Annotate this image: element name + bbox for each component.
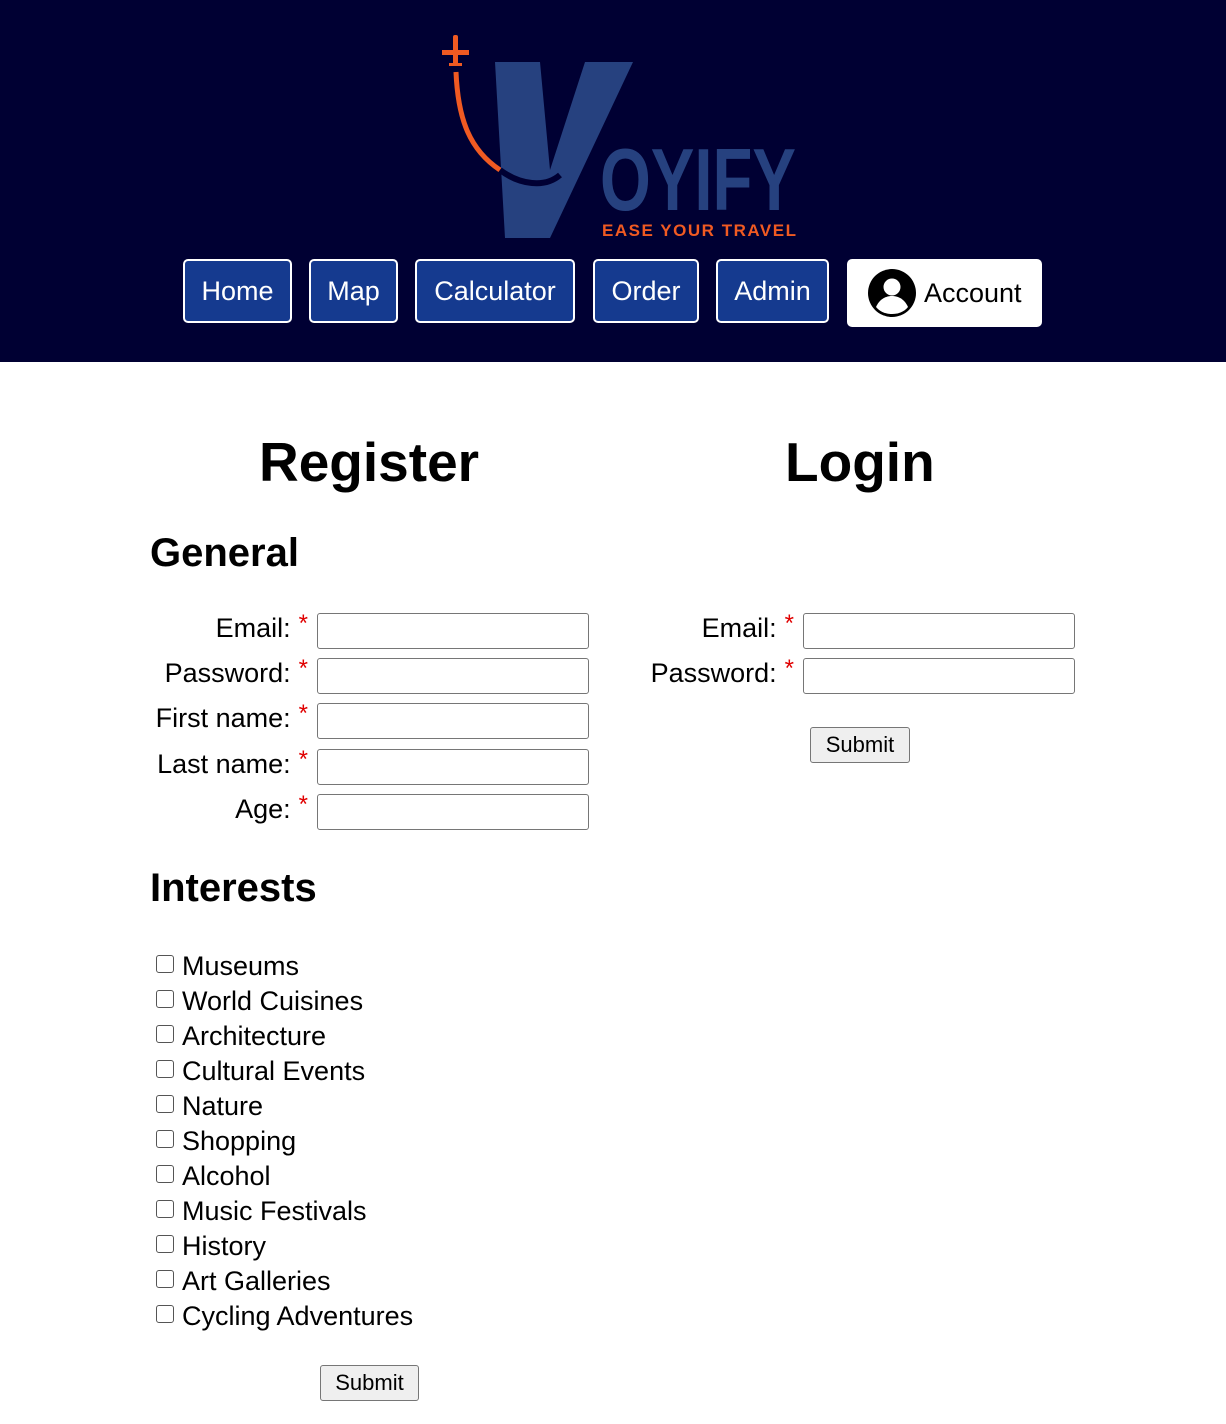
interest-shopping[interactable]: Shopping	[156, 1124, 296, 1159]
last-name-input[interactable]	[317, 749, 589, 785]
first-name-input[interactable]	[317, 703, 589, 739]
first-name-label: First name: *	[155, 700, 308, 733]
interest-world-cuisines[interactable]: World Cuisines	[156, 984, 363, 1019]
checkbox[interactable]	[156, 1059, 174, 1078]
last-name-label: Last name: *	[157, 746, 308, 779]
required-marker: *	[298, 655, 308, 682]
login-title: Login	[785, 431, 935, 493]
account-label: Account	[924, 277, 1022, 308]
register-submit-button[interactable]: Submit	[320, 1365, 419, 1401]
checkbox[interactable]	[156, 1024, 174, 1043]
register-password-input[interactable]	[317, 658, 589, 694]
required-marker: *	[298, 700, 308, 727]
required-marker: *	[784, 655, 794, 682]
interest-museums[interactable]: Museums	[156, 949, 299, 984]
nav-admin-button[interactable]: Admin	[716, 259, 829, 323]
required-marker: *	[298, 791, 308, 818]
age-input[interactable]	[317, 794, 589, 830]
interest-cultural-events[interactable]: Cultural Events	[156, 1054, 365, 1089]
interest-architecture[interactable]: Architecture	[156, 1019, 326, 1054]
checkbox[interactable]	[156, 954, 174, 973]
login-password-input[interactable]	[803, 658, 1075, 694]
site-header: OYIFY EASE YOUR TRAVEL Home Map Calculat…	[0, 0, 1226, 362]
interest-alcohol[interactable]: Alcohol	[156, 1159, 271, 1194]
account-button[interactable]: Account	[847, 259, 1042, 327]
register-email-input[interactable]	[317, 613, 589, 649]
main-nav: Home Map Calculator Order Admin Account	[0, 259, 1226, 327]
flight-path-icon	[453, 71, 502, 173]
interest-nature[interactable]: Nature	[156, 1089, 263, 1124]
checkbox[interactable]	[156, 1164, 174, 1183]
checkbox[interactable]	[156, 1094, 174, 1113]
voyify-logo[interactable]: OYIFY EASE YOUR TRAVEL	[440, 30, 810, 245]
nav-calculator-button[interactable]: Calculator	[415, 259, 575, 323]
required-marker: *	[298, 746, 308, 773]
checkbox[interactable]	[156, 1234, 174, 1253]
user-avatar-icon	[867, 268, 917, 318]
logo-tagline: EASE YOUR TRAVEL	[602, 221, 796, 240]
checkbox[interactable]	[156, 1129, 174, 1148]
interest-cycling-adventures[interactable]: Cycling Adventures	[156, 1299, 413, 1334]
age-label: Age: *	[235, 791, 308, 824]
logo-wordmark: OYIFY	[600, 130, 796, 229]
login-email-input[interactable]	[803, 613, 1075, 649]
general-heading: General	[150, 531, 299, 575]
nav-map-button[interactable]: Map	[309, 259, 398, 323]
interest-history[interactable]: History	[156, 1229, 266, 1264]
interests-heading: Interests	[150, 866, 317, 910]
nav-home-button[interactable]: Home	[183, 259, 292, 323]
login-submit-button[interactable]: Submit	[810, 727, 910, 763]
airplane-icon	[442, 35, 469, 66]
required-marker: *	[298, 610, 308, 637]
required-marker: *	[784, 610, 794, 637]
checkbox[interactable]	[156, 1304, 174, 1323]
checkbox[interactable]	[156, 1269, 174, 1288]
nav-order-button[interactable]: Order	[593, 259, 699, 323]
register-email-label: Email: *	[215, 610, 308, 643]
login-password-label: Password: *	[650, 655, 794, 688]
checkbox[interactable]	[156, 989, 174, 1008]
login-email-label: Email: *	[701, 610, 794, 643]
interest-music-festivals[interactable]: Music Festivals	[156, 1194, 367, 1229]
checkbox[interactable]	[156, 1199, 174, 1218]
register-title: Register	[259, 431, 480, 493]
interest-art-galleries[interactable]: Art Galleries	[156, 1264, 331, 1299]
register-password-label: Password: *	[164, 655, 308, 688]
